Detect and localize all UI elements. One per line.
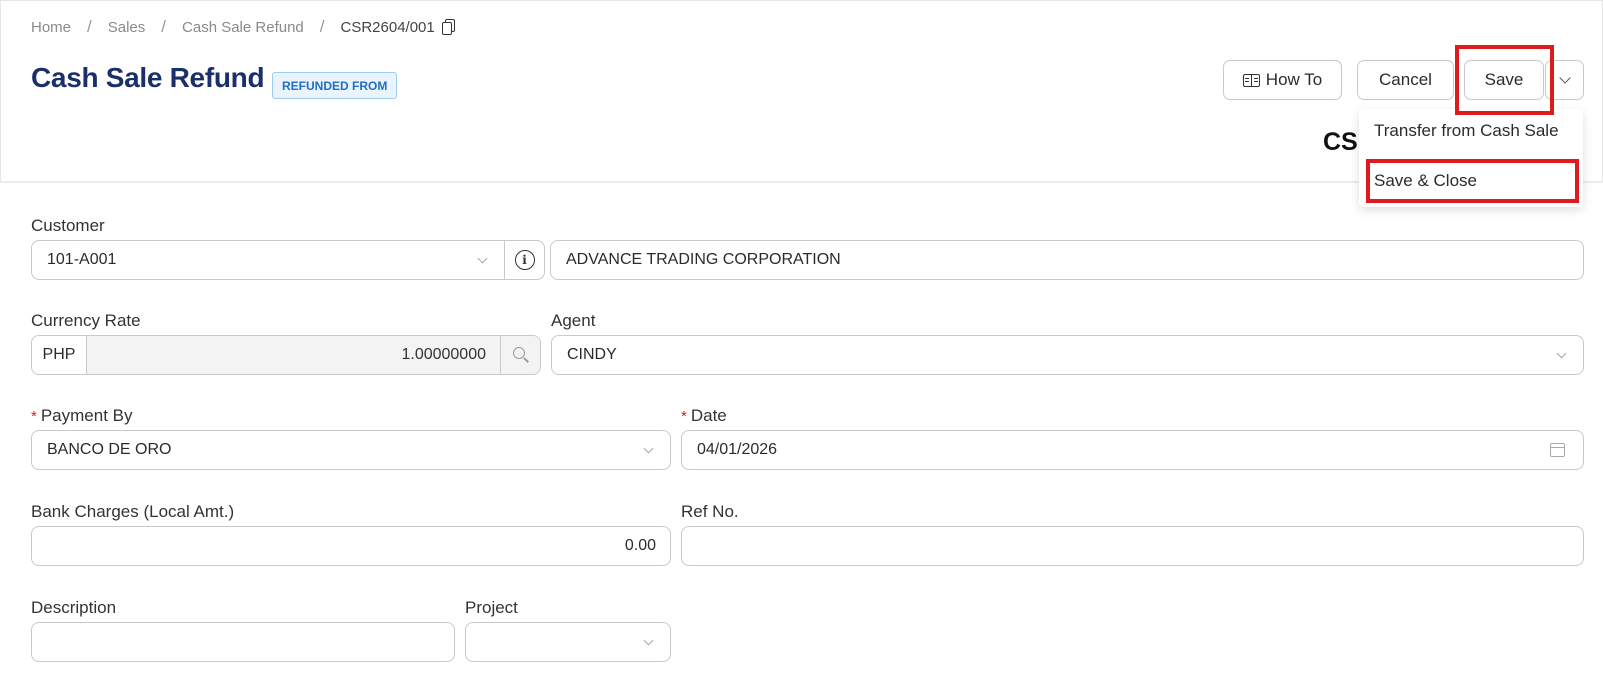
- menu-item-save-and-close[interactable]: Save & Close: [1359, 159, 1583, 203]
- customer-info-button[interactable]: i: [505, 241, 544, 279]
- currency-rate-label: Currency Rate: [31, 311, 141, 330]
- chevron-down-icon: [636, 635, 660, 645]
- project-label: Project: [465, 598, 518, 617]
- payment-by-value: BANCO DE ORO: [47, 441, 172, 458]
- menu-item-transfer-from-cash-sale[interactable]: Transfer from Cash Sale: [1359, 109, 1583, 153]
- customer-code: 101-A001: [47, 251, 117, 268]
- breadcrumb-sales[interactable]: Sales: [108, 19, 146, 36]
- chevron-down-icon: [1558, 72, 1571, 84]
- breadcrumb-separator: /: [87, 17, 92, 36]
- ref-no-label: Ref No.: [681, 502, 739, 521]
- save-options-menu: Transfer from Cash Sale Save & Close: [1359, 109, 1583, 207]
- description-label: Description: [31, 598, 117, 617]
- date-label: * Date: [681, 406, 727, 425]
- currency-rate-input[interactable]: 1.00000000: [87, 336, 500, 374]
- currency-rate-search-button[interactable]: [500, 336, 540, 374]
- agent-label: Agent: [551, 311, 596, 330]
- date-value: 04/01/2026: [697, 441, 778, 458]
- date-input[interactable]: 04/01/2026: [681, 430, 1584, 470]
- breadcrumb-separator: /: [319, 17, 325, 36]
- info-icon: i: [514, 250, 535, 270]
- breadcrumb-home[interactable]: Home: [31, 19, 71, 36]
- breadcrumb-cash-sale-refund[interactable]: Cash Sale Refund: [182, 19, 304, 36]
- payment-by-select[interactable]: BANCO DE ORO: [31, 430, 671, 470]
- calendar-icon[interactable]: [1545, 443, 1569, 457]
- chevron-down-icon: [636, 443, 660, 453]
- description-input[interactable]: [31, 622, 455, 662]
- bank-charges-value: 0.00: [624, 537, 656, 554]
- search-icon: [512, 347, 529, 363]
- ref-no-input[interactable]: [681, 526, 1584, 566]
- how-to-label: How To: [1265, 70, 1323, 89]
- required-marker: *: [31, 408, 37, 425]
- breadcrumb-separator: /: [161, 17, 167, 36]
- save-button[interactable]: Save: [1464, 60, 1544, 100]
- chevron-down-icon: [470, 253, 494, 263]
- payment-by-label: * Payment By: [31, 406, 133, 425]
- breadcrumb-current: CSR2604/001: [340, 18, 435, 36]
- customer-field: 101-A001 i: [31, 240, 545, 280]
- how-to-button[interactable]: How To: [1223, 60, 1342, 100]
- customer-select[interactable]: 101-A001: [32, 241, 505, 279]
- copy-icon[interactable]: [441, 19, 456, 35]
- page-title: Cash Sale Refund: [31, 62, 265, 93]
- agent-value: CINDY: [567, 346, 617, 363]
- bank-charges-label: Bank Charges (Local Amt.): [31, 502, 235, 521]
- customer-name-field[interactable]: ADVANCE TRADING CORPORATION: [550, 240, 1584, 280]
- customer-label: Customer: [31, 216, 105, 235]
- project-select[interactable]: [465, 622, 671, 662]
- customer-name: ADVANCE TRADING CORPORATION: [566, 251, 841, 268]
- bank-charges-input[interactable]: 0.00: [31, 526, 671, 566]
- save-options-toggle[interactable]: [1545, 60, 1584, 100]
- agent-select[interactable]: CINDY: [551, 335, 1584, 375]
- status-badge: REFUNDED FROM: [272, 72, 398, 99]
- currency-rate-field: PHP 1.00000000: [31, 335, 541, 375]
- chevron-down-icon: [1549, 348, 1573, 358]
- book-icon: [1242, 73, 1260, 87]
- cancel-button[interactable]: Cancel: [1357, 60, 1454, 100]
- required-marker: *: [681, 408, 687, 425]
- breadcrumb: Home / Sales / Cash Sale Refund / CSR260…: [31, 17, 456, 37]
- currency-code: PHP: [32, 336, 87, 374]
